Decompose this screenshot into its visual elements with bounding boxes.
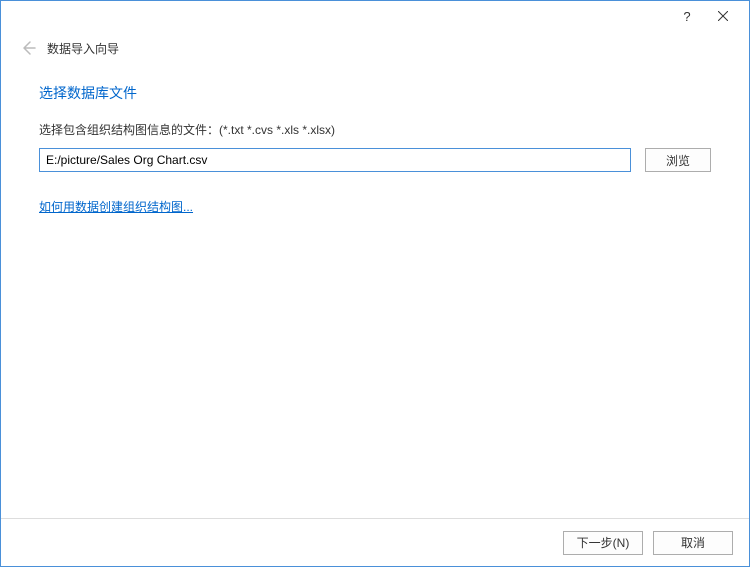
content-area: 选择数据库文件 选择包含组织结构图信息的文件：(*.txt *.cvs *.xl… xyxy=(1,71,749,518)
back-button[interactable] xyxy=(19,39,37,57)
close-button[interactable] xyxy=(705,2,741,30)
help-button[interactable]: ? xyxy=(669,2,705,30)
cancel-button[interactable]: 取消 xyxy=(653,531,733,555)
titlebar: ? xyxy=(1,1,749,31)
wizard-title: 数据导入向导 xyxy=(47,40,119,57)
browse-button[interactable]: 浏览 xyxy=(645,148,711,172)
help-link[interactable]: 如何用数据创建组织结构图... xyxy=(39,200,193,214)
file-row: 浏览 xyxy=(39,148,711,172)
file-path-input[interactable] xyxy=(39,148,631,172)
instruction-text: 选择包含组织结构图信息的文件：(*.txt *.cvs *.xls *.xlsx… xyxy=(39,121,711,138)
wizard-dialog: ? 数据导入向导 选择数据库文件 选择包含组织结构图信息的文件：(*.txt *… xyxy=(0,0,750,567)
close-icon xyxy=(718,11,728,21)
arrow-left-icon xyxy=(20,40,36,56)
section-title: 选择数据库文件 xyxy=(39,83,711,103)
header: 数据导入向导 xyxy=(1,31,749,71)
next-button[interactable]: 下一步(N) xyxy=(563,531,643,555)
footer: 下一步(N) 取消 xyxy=(1,518,749,566)
